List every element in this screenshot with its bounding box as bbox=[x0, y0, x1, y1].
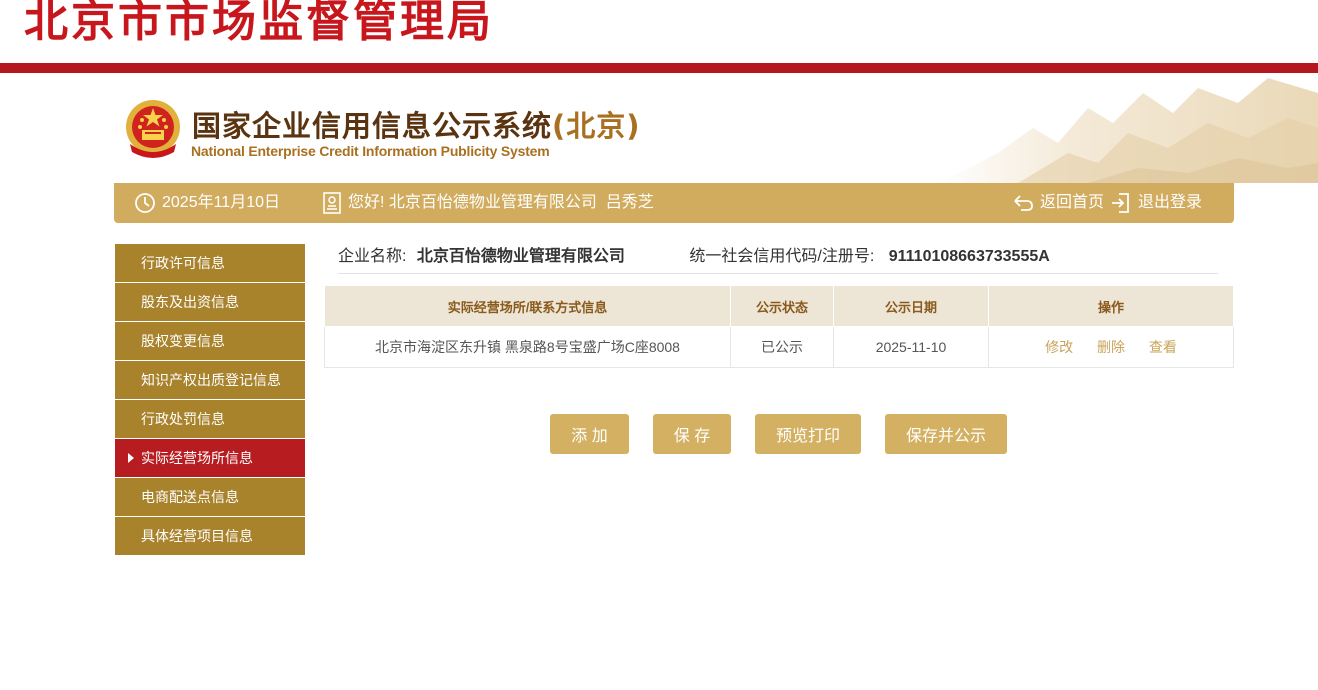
user-badge-icon bbox=[323, 192, 341, 214]
user-greeting: 您好! 北京百怡德物业管理有限公司 吕秀芝 bbox=[348, 194, 654, 211]
caret-right-icon bbox=[128, 453, 134, 463]
clock-icon bbox=[135, 193, 155, 213]
column-header-status: 公示状态 bbox=[730, 285, 834, 327]
company-name-value: 北京百怡德物业管理有限公司 bbox=[416, 248, 625, 265]
sidebar-item-shareholders[interactable]: 股东及出资信息 bbox=[115, 283, 305, 322]
sidebar-item-label: 电商配送点信息 bbox=[141, 489, 239, 505]
delete-link[interactable]: 删除 bbox=[1097, 339, 1125, 355]
system-subtitle: National Enterprise Credit Information P… bbox=[191, 143, 550, 159]
sidebar-item-label: 行政处罚信息 bbox=[141, 411, 225, 427]
cell-actions: 修改 删除 查看 bbox=[988, 326, 1234, 368]
sidebar-item-business-premises[interactable]: 实际经营场所信息 bbox=[115, 439, 305, 478]
credit-code-label: 统一社会信用代码/注册号: bbox=[689, 248, 875, 265]
sidebar-item-equity-change[interactable]: 股权变更信息 bbox=[115, 322, 305, 361]
view-link[interactable]: 查看 bbox=[1149, 339, 1177, 355]
return-arrow-icon bbox=[1014, 195, 1033, 211]
date-display: 2025年11月10日 bbox=[134, 183, 280, 223]
system-title-main: 国家企业信用信息公示系统 bbox=[192, 109, 553, 143]
company-name-label: 企业名称: bbox=[338, 248, 407, 265]
sidebar-item-admin-penalty[interactable]: 行政处罚信息 bbox=[115, 400, 305, 439]
header-divider bbox=[0, 63, 1318, 73]
company-info: 企业名称: 北京百怡德物业管理有限公司 统一社会信用代码/注册号: 911101… bbox=[338, 242, 1050, 266]
agency-title: 北京市市场监督管理局 bbox=[24, 0, 494, 47]
system-title-region: (北京) bbox=[552, 109, 641, 143]
column-header-address: 实际经营场所/联系方式信息 bbox=[324, 285, 731, 327]
logout-link[interactable]: 退出登录 bbox=[1110, 183, 1202, 223]
add-button[interactable]: 添 加 bbox=[550, 414, 629, 454]
column-header-date: 公示日期 bbox=[833, 285, 989, 327]
home-link-label: 返回首页 bbox=[1040, 194, 1105, 211]
sidebar-item-ip-pledge[interactable]: 知识产权出质登记信息 bbox=[115, 361, 305, 400]
current-date: 2025年11月10日 bbox=[162, 194, 281, 211]
cell-date: 2025-11-10 bbox=[833, 326, 989, 368]
table-header-row: 实际经营场所/联系方式信息 公示状态 公示日期 操作 bbox=[324, 285, 1234, 327]
user-info-bar: 2025年11月10日 您好! 北京百怡德物业管理有限公司 吕秀芝 返回首页 退… bbox=[114, 183, 1234, 223]
cell-address: 北京市海淀区东升镇 黑泉路8号宝盛广场C座8008 bbox=[324, 326, 731, 368]
save-button[interactable]: 保 存 bbox=[653, 414, 731, 454]
sidebar-item-label: 知识产权出质登记信息 bbox=[141, 372, 281, 388]
sidebar-item-label: 股权变更信息 bbox=[141, 333, 225, 349]
company-divider bbox=[338, 273, 1218, 274]
national-emblem-icon bbox=[126, 100, 180, 158]
logout-icon bbox=[1112, 193, 1129, 213]
sidebar-item-label: 具体经营项目信息 bbox=[141, 528, 253, 544]
sidebar-item-label: 行政许可信息 bbox=[141, 255, 225, 271]
sidebar-item-business-projects[interactable]: 具体经营项目信息 bbox=[115, 517, 305, 556]
cell-status: 已公示 bbox=[730, 326, 834, 368]
mountain-landscape-decoration bbox=[938, 78, 1318, 183]
credit-code-value: 91110108663733555A bbox=[888, 248, 1050, 265]
greeting-display: 您好! 北京百怡德物业管理有限公司 吕秀芝 bbox=[322, 183, 654, 223]
sidebar-item-admin-license[interactable]: 行政许可信息 bbox=[115, 244, 305, 283]
home-link[interactable]: 返回首页 bbox=[1012, 183, 1104, 223]
system-banner: 国家企业信用信息公示系统(北京) National Enterprise Cre… bbox=[0, 73, 1318, 183]
logout-link-label: 退出登录 bbox=[1138, 194, 1203, 211]
save-publish-button[interactable]: 保存并公示 bbox=[885, 414, 1007, 454]
column-header-actions: 操作 bbox=[988, 285, 1234, 327]
table-row: 北京市海淀区东升镇 黑泉路8号宝盛广场C座8008 已公示 2025-11-10… bbox=[324, 326, 1234, 368]
sidebar-nav: 行政许可信息 股东及出资信息 股权变更信息 知识产权出质登记信息 行政处罚信息 … bbox=[115, 244, 305, 556]
preview-print-button[interactable]: 预览打印 bbox=[755, 414, 861, 454]
sidebar-item-label: 股东及出资信息 bbox=[141, 294, 239, 310]
sidebar-item-label: 实际经营场所信息 bbox=[141, 450, 253, 466]
edit-link[interactable]: 修改 bbox=[1045, 339, 1073, 355]
premises-table: 实际经营场所/联系方式信息 公示状态 公示日期 操作 北京市海淀区东升镇 黑泉路… bbox=[324, 285, 1234, 368]
sidebar-item-ecommerce-delivery[interactable]: 电商配送点信息 bbox=[115, 478, 305, 517]
system-title: 国家企业信用信息公示系统(北京) bbox=[192, 103, 641, 145]
